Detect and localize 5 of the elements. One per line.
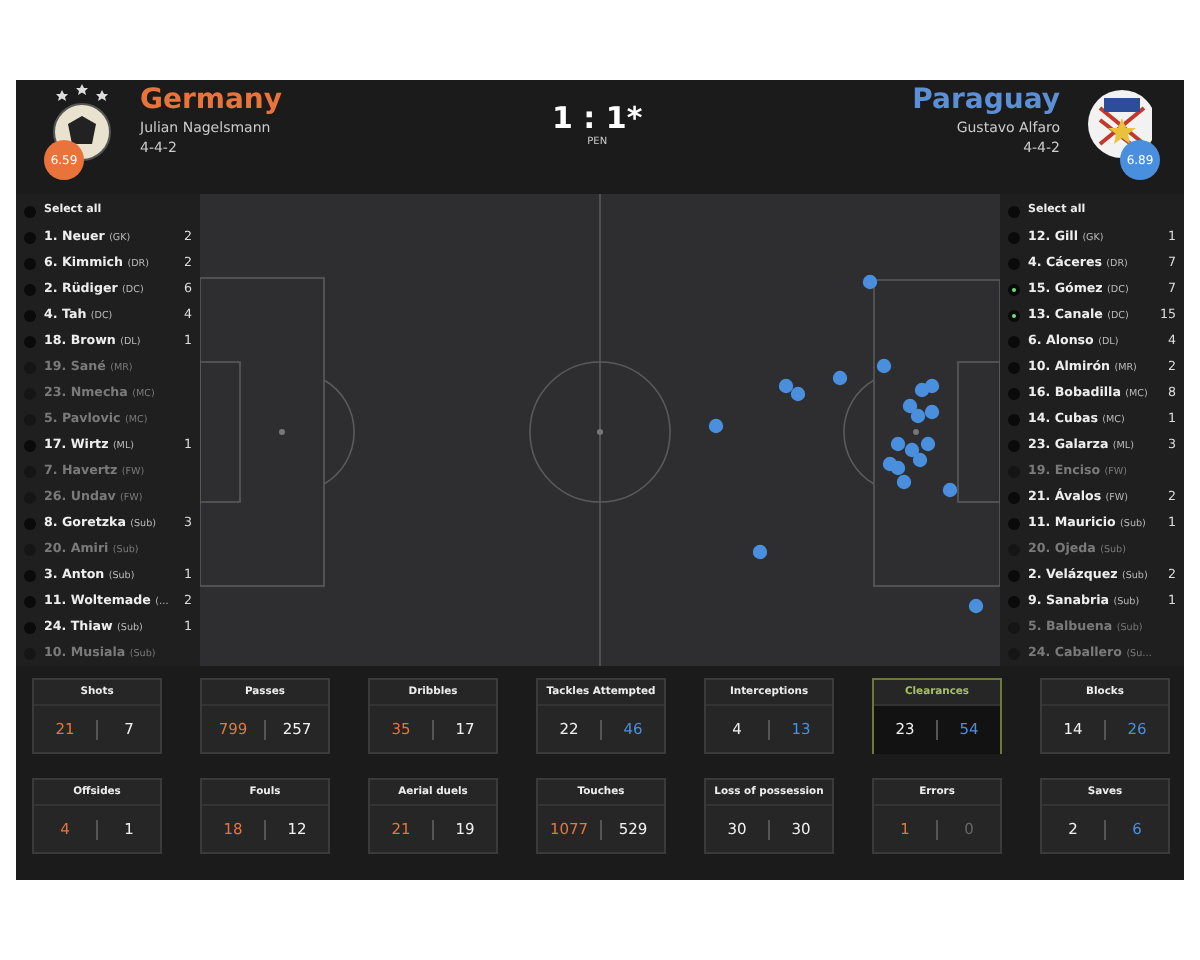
score-text: 1 : 1* — [550, 100, 645, 136]
team-name: Paraguay — [912, 84, 1060, 118]
team-name: Germany — [140, 84, 283, 118]
player-toggle[interactable] — [1008, 309, 1020, 321]
player-toggle[interactable] — [1008, 283, 1020, 295]
